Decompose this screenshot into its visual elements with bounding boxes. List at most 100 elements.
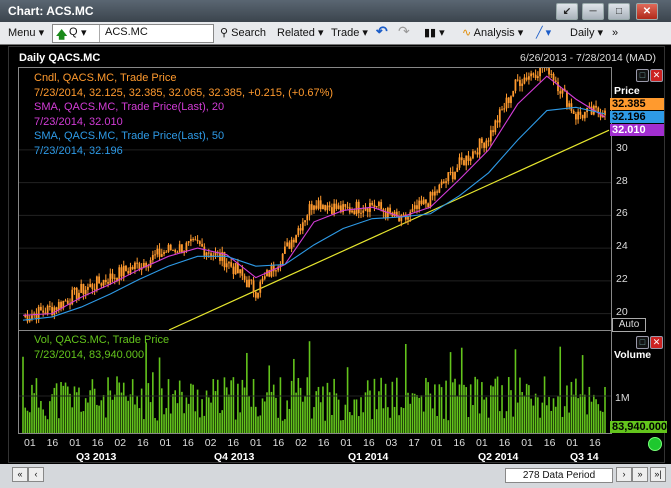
- undo-icon[interactable]: ↶: [376, 23, 388, 39]
- restore-button[interactable]: ─: [582, 3, 604, 20]
- candle-body: [433, 191, 436, 196]
- candle-body: [245, 279, 248, 288]
- candle-body: [158, 248, 161, 257]
- volume-bar: [295, 392, 297, 433]
- candle-body: [360, 212, 362, 214]
- candle-body: [156, 248, 159, 255]
- volume-bar: [449, 352, 452, 433]
- candle-body: [129, 267, 132, 274]
- scroll-right-far-icon[interactable]: »: [632, 467, 648, 482]
- volume-bar: [279, 377, 282, 433]
- volume-bar: [575, 378, 577, 433]
- candle-body: [478, 138, 481, 155]
- symbol-input[interactable]: 🡅 Q ▾ ACS.MC: [52, 24, 214, 43]
- candle-body: [364, 208, 367, 211]
- interval-button[interactable]: Daily ▾: [570, 25, 603, 41]
- volume-bar: [46, 419, 49, 433]
- candle-body: [185, 242, 188, 251]
- volume-bar: [398, 415, 400, 433]
- volume-bar: [557, 395, 559, 433]
- menu-button[interactable]: Menu ▾: [8, 25, 44, 41]
- scroll-bar[interactable]: « ‹ 278 Data Period › » »|: [0, 464, 671, 488]
- candle-body: [371, 202, 374, 205]
- time-tick-label: 16: [453, 437, 466, 449]
- volume-bar: [434, 384, 436, 433]
- candle-body: [261, 278, 264, 282]
- panel-settings-icon[interactable]: □: [636, 69, 649, 82]
- candle-body: [476, 152, 479, 155]
- more-icon[interactable]: »: [612, 25, 618, 41]
- volume-bar: [510, 390, 512, 433]
- volume-bar: [543, 376, 546, 433]
- scroll-left-far-icon[interactable]: «: [12, 467, 28, 482]
- chart-style-icon[interactable]: ▮▮ ▾: [424, 25, 445, 41]
- volume-bar: [563, 406, 566, 433]
- candle-body: [167, 244, 170, 252]
- draw-line-icon[interactable]: ╱ ▾: [536, 25, 551, 41]
- candle-body: [299, 228, 302, 231]
- volume-bar: [230, 380, 232, 433]
- panel-close-icon[interactable]: ✕: [650, 69, 663, 82]
- related-button[interactable]: Related ▾: [277, 25, 324, 41]
- volume-bar: [250, 406, 253, 433]
- maximize-button[interactable]: □: [608, 3, 630, 20]
- volume-bar: [268, 365, 271, 433]
- volume-bar: [304, 395, 306, 433]
- candle-body: [93, 288, 96, 290]
- volume-bar: [246, 352, 248, 433]
- candle-body: [539, 68, 541, 77]
- candle-body: [514, 79, 517, 91]
- volume-bar: [581, 355, 584, 433]
- volume-bar: [190, 383, 192, 433]
- candle-body: [507, 97, 510, 103]
- candle-body: [454, 171, 456, 180]
- minimize-button[interactable]: ↙: [556, 3, 578, 20]
- search-icon: ⚲: [220, 27, 229, 39]
- auto-scale-button[interactable]: Auto: [612, 318, 646, 332]
- volume-bar: [100, 400, 103, 433]
- price-tag: 32.385: [610, 98, 664, 110]
- volume-bar: [181, 391, 183, 433]
- volume-bar: [478, 413, 481, 433]
- candle-body: [460, 157, 463, 161]
- volume-bar: [167, 379, 170, 433]
- volume-bar: [420, 395, 423, 433]
- analysis-button[interactable]: ∿ Analysis ▾: [462, 25, 523, 41]
- candle-body: [492, 130, 494, 133]
- time-tick-label: 16: [543, 437, 556, 449]
- time-tick-label: 01: [566, 437, 579, 449]
- volume-bar: [443, 418, 445, 433]
- candle-body: [89, 284, 92, 287]
- scroll-end-icon[interactable]: »|: [650, 467, 666, 482]
- volume-legend: Vol, QACS.MC, Trade Price 7/23/2014, 83,…: [34, 334, 169, 361]
- trade-button[interactable]: Trade ▾: [331, 25, 368, 41]
- related-label: Related: [277, 27, 315, 39]
- scroll-right-icon[interactable]: ›: [616, 467, 632, 482]
- volume-bar: [476, 379, 479, 433]
- volume-bar: [454, 378, 456, 433]
- data-period-field[interactable]: 278 Data Period: [505, 468, 613, 483]
- volume-bar: [172, 394, 174, 433]
- quote-dropdown-icon[interactable]: ▾: [81, 26, 87, 39]
- volume-bar: [35, 378, 38, 433]
- sma20-legend: SMA, QACS.MC, Trade Price(Last), 20 7/23…: [34, 101, 224, 128]
- redo-icon[interactable]: ↷: [398, 23, 410, 39]
- volume-bar: [290, 380, 293, 433]
- candle-body: [250, 279, 253, 281]
- candle-body: [353, 210, 356, 215]
- volume-close-icon[interactable]: ✕: [650, 336, 663, 349]
- volume-settings-icon[interactable]: □: [636, 336, 649, 349]
- candle-body: [449, 171, 452, 173]
- volume-bar: [528, 385, 530, 433]
- scroll-left-icon[interactable]: ‹: [28, 467, 44, 482]
- candle-body: [456, 167, 459, 172]
- volume-bar: [89, 390, 91, 433]
- search-button[interactable]: ⚲ Search: [220, 25, 266, 41]
- volume-bar: [537, 397, 539, 433]
- candle-body: [228, 262, 230, 264]
- candle-body: [425, 199, 427, 204]
- volume-bar: [353, 399, 356, 433]
- candle-body: [534, 74, 537, 78]
- close-window-button[interactable]: ✕: [636, 3, 658, 20]
- candle-body: [400, 215, 403, 222]
